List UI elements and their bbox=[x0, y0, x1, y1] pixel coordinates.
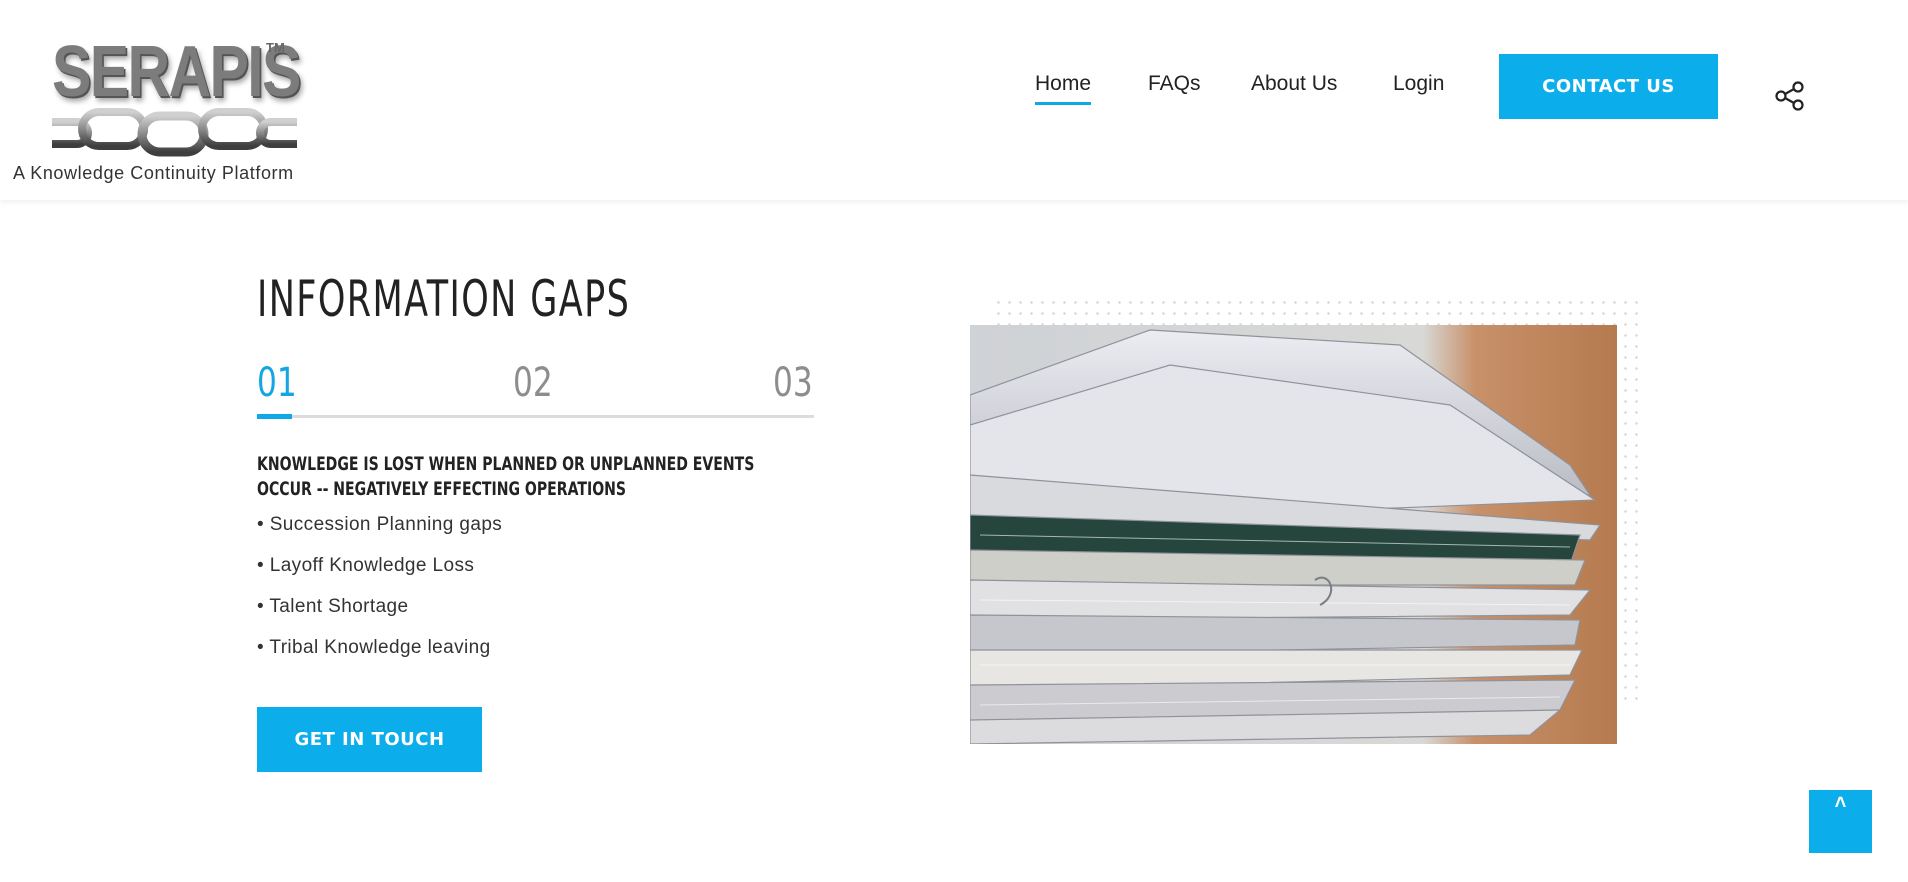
nav-faqs[interactable]: FAQs bbox=[1148, 72, 1201, 96]
scroll-to-top-button[interactable]: ˄ bbox=[1809, 790, 1872, 853]
brand-logo[interactable]: SERAPIS TM bbox=[52, 36, 301, 161]
list-item: • Layoff Knowledge Loss bbox=[257, 555, 475, 576]
step-progress-indicator bbox=[257, 414, 292, 419]
step-tab-3[interactable]: 03 bbox=[773, 360, 813, 406]
nav-about-us[interactable]: About Us bbox=[1251, 72, 1337, 96]
list-item: • Tribal Knowledge leaving bbox=[257, 637, 491, 658]
chain-icon bbox=[52, 108, 297, 157]
step-tab-2[interactable]: 02 bbox=[513, 360, 553, 406]
logo-trademark: TM bbox=[266, 40, 285, 55]
step-progress-track bbox=[257, 415, 814, 418]
list-item: • Talent Shortage bbox=[257, 596, 409, 617]
gap-list: • Succession Planning gaps • Layoff Know… bbox=[257, 512, 502, 676]
section-subheading: KNOWLEDGE IS LOST WHEN PLANNED OR UNPLAN… bbox=[257, 453, 755, 500]
nav-home[interactable]: Home bbox=[1035, 72, 1092, 105]
step-tab-1[interactable]: 01 bbox=[257, 360, 297, 406]
share-icon[interactable] bbox=[1775, 81, 1805, 111]
site-header: SERAPIS TM A Knowledge Continuity Platfo… bbox=[0, 0, 1908, 200]
section-title: INFORMATION GAPS bbox=[257, 270, 631, 328]
chevron-up-icon: ˄ bbox=[1834, 792, 1847, 814]
paper-stack-photo bbox=[970, 325, 1617, 744]
brand-tagline: A Knowledge Continuity Platform bbox=[13, 163, 294, 183]
list-item: • Succession Planning gaps bbox=[257, 514, 503, 535]
nav-login[interactable]: Login bbox=[1393, 72, 1444, 96]
contact-us-button[interactable]: CONTACT US bbox=[1499, 54, 1718, 119]
get-in-touch-button[interactable]: GET IN TOUCH bbox=[257, 707, 482, 772]
